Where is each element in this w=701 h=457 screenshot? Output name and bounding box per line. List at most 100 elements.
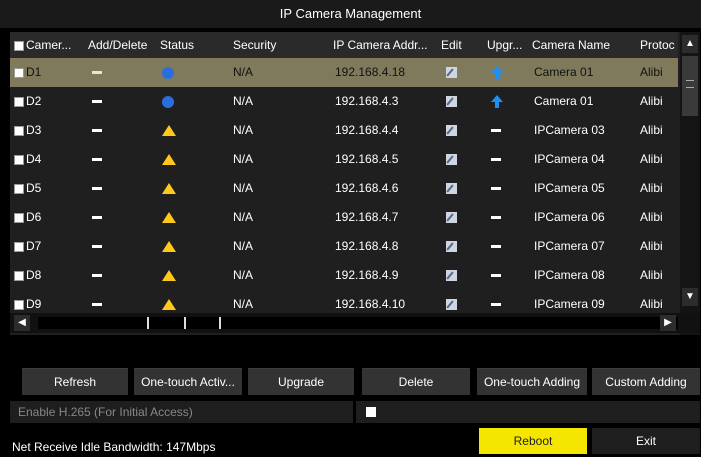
scroll-right-icon[interactable]: ▶ <box>660 315 676 331</box>
add-delete-cell[interactable] <box>92 203 132 232</box>
row-checkbox[interactable] <box>14 183 24 194</box>
camera-id-cell[interactable]: D3 <box>14 116 84 145</box>
table-row[interactable]: D1 N/A 192.168.4.18 Camera 01 Alibi <box>10 58 678 87</box>
one-touch-adding-button[interactable]: One-touch Adding <box>477 368 587 395</box>
camera-id-cell[interactable]: D5 <box>14 174 84 203</box>
camera-id-cell[interactable]: D7 <box>14 232 84 261</box>
table-row[interactable]: D8 N/A 192.168.4.9 IPCamera 08 Alibi <box>10 261 678 290</box>
upgrade-arrow-icon[interactable] <box>491 66 503 80</box>
header-add-delete[interactable]: Add/Delete <box>88 32 158 58</box>
edit-icon[interactable] <box>446 67 457 79</box>
delete-icon[interactable] <box>92 303 102 307</box>
exit-button[interactable]: Exit <box>592 428 700 454</box>
row-checkbox[interactable] <box>14 67 24 78</box>
edit-icon[interactable] <box>446 125 457 137</box>
row-checkbox[interactable] <box>14 299 24 310</box>
security-cell: N/A <box>233 181 254 195</box>
edit-icon[interactable] <box>446 154 457 166</box>
header-camera[interactable]: Camer... <box>14 32 88 58</box>
edit-icon[interactable] <box>446 183 457 195</box>
one-touch-activate-button[interactable]: One-touch Activ... <box>134 368 242 395</box>
table-row[interactable]: D6 N/A 192.168.4.7 IPCamera 06 Alibi <box>10 203 678 232</box>
add-delete-cell[interactable] <box>92 58 132 87</box>
upgrade-cell[interactable] <box>491 203 511 232</box>
header-ip-address[interactable]: IP Camera Addr... <box>333 32 438 58</box>
edit-icon[interactable] <box>446 96 457 108</box>
camera-id-cell[interactable]: D2 <box>14 87 84 116</box>
scroll-thumb[interactable] <box>682 56 698 116</box>
edit-icon[interactable] <box>446 212 457 224</box>
scroll-down-icon[interactable]: ▼ <box>682 288 698 306</box>
table-row[interactable]: D7 N/A 192.168.4.8 IPCamera 07 Alibi <box>10 232 678 261</box>
upgrade-cell[interactable] <box>491 232 511 261</box>
row-checkbox[interactable] <box>14 125 24 136</box>
row-checkbox[interactable] <box>14 154 24 165</box>
header-edit[interactable]: Edit <box>441 32 481 58</box>
edit-cell[interactable] <box>446 87 466 116</box>
edit-icon[interactable] <box>446 299 457 311</box>
header-upgrade[interactable]: Upgr... <box>487 32 527 58</box>
add-delete-cell[interactable] <box>92 174 132 203</box>
camera-id-cell[interactable]: D4 <box>14 145 84 174</box>
edit-icon[interactable] <box>446 270 457 282</box>
edit-cell[interactable] <box>446 203 466 232</box>
vertical-scrollbar[interactable]: ▲ ▼ <box>680 32 700 335</box>
header-protocol[interactable]: Protoc <box>640 32 678 58</box>
delete-icon[interactable] <box>92 274 102 278</box>
add-delete-cell[interactable] <box>92 87 132 116</box>
select-all-checkbox[interactable] <box>14 40 24 51</box>
delete-icon[interactable] <box>92 158 102 162</box>
edit-cell[interactable] <box>446 145 466 174</box>
edit-icon[interactable] <box>446 241 457 253</box>
upgrade-cell[interactable] <box>491 174 511 203</box>
upgrade-cell[interactable] <box>491 261 511 290</box>
edit-cell[interactable] <box>446 232 466 261</box>
upgrade-cell[interactable] <box>491 116 511 145</box>
delete-button[interactable]: Delete <box>362 368 470 395</box>
horizontal-scrollbar[interactable]: ◀ ▶ <box>10 313 700 333</box>
row-checkbox[interactable] <box>14 270 24 281</box>
status-warning-icon <box>162 183 176 195</box>
delete-icon[interactable] <box>92 216 102 220</box>
table-row[interactable]: D4 N/A 192.168.4.5 IPCamera 04 Alibi <box>10 145 678 174</box>
add-delete-cell[interactable] <box>92 145 132 174</box>
upgrade-arrow-icon[interactable] <box>491 95 503 109</box>
scroll-left-icon[interactable]: ◀ <box>14 315 30 331</box>
table-row[interactable]: D5 N/A 192.168.4.6 IPCamera 05 Alibi <box>10 174 678 203</box>
row-checkbox[interactable] <box>14 212 24 223</box>
horizontal-scroll-track[interactable] <box>38 317 678 329</box>
status-warning-icon <box>162 212 176 224</box>
camera-id-cell[interactable]: D6 <box>14 203 84 232</box>
header-camera-name[interactable]: Camera Name <box>532 32 632 58</box>
scroll-track-tick <box>147 317 149 329</box>
upgrade-cell[interactable] <box>491 145 511 174</box>
refresh-button[interactable]: Refresh <box>22 368 128 395</box>
edit-cell[interactable] <box>446 58 466 87</box>
h265-checkbox[interactable] <box>366 407 376 417</box>
add-delete-cell[interactable] <box>92 116 132 145</box>
custom-adding-button[interactable]: Custom Adding <box>592 368 700 395</box>
table-row[interactable]: D3 N/A 192.168.4.4 IPCamera 03 Alibi <box>10 116 678 145</box>
delete-icon[interactable] <box>92 71 102 75</box>
table-row[interactable]: D2 N/A 192.168.4.3 Camera 01 Alibi <box>10 87 678 116</box>
upgrade-button[interactable]: Upgrade <box>248 368 354 395</box>
reboot-button[interactable]: Reboot <box>479 428 587 454</box>
delete-icon[interactable] <box>92 245 102 249</box>
delete-icon[interactable] <box>92 129 102 133</box>
delete-icon[interactable] <box>92 100 102 104</box>
edit-cell[interactable] <box>446 116 466 145</box>
upgrade-cell[interactable] <box>491 87 511 116</box>
camera-id-cell[interactable]: D8 <box>14 261 84 290</box>
upgrade-cell[interactable] <box>491 58 511 87</box>
row-checkbox[interactable] <box>14 96 24 107</box>
scroll-up-icon[interactable]: ▲ <box>682 35 698 53</box>
edit-cell[interactable] <box>446 174 466 203</box>
delete-icon[interactable] <box>92 187 102 191</box>
add-delete-cell[interactable] <box>92 261 132 290</box>
header-security[interactable]: Security <box>233 32 328 58</box>
header-status[interactable]: Status <box>160 32 230 58</box>
add-delete-cell[interactable] <box>92 232 132 261</box>
edit-cell[interactable] <box>446 261 466 290</box>
row-checkbox[interactable] <box>14 241 24 252</box>
camera-id-cell[interactable]: D1 <box>14 58 84 87</box>
